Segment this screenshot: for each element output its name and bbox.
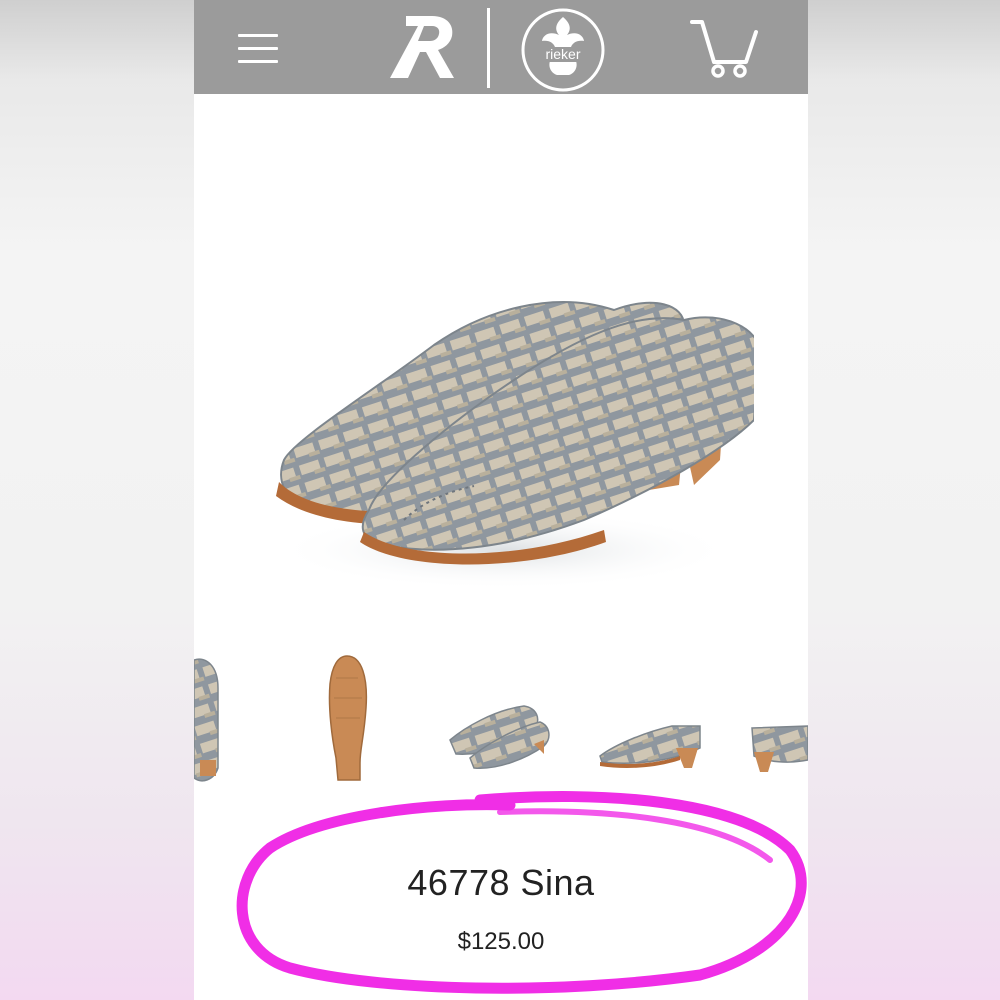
rieker-r-logo-icon[interactable] (388, 12, 458, 82)
svg-text:rieker: rieker (545, 46, 580, 62)
site-header: rieker (194, 0, 808, 94)
thumbnail-side-view[interactable] (596, 648, 706, 793)
left-backdrop (0, 0, 194, 1000)
thumbnail-strip (194, 648, 808, 793)
product-price: $125.00 (457, 928, 545, 955)
hamburger-menu-icon[interactable] (238, 34, 278, 64)
rieker-fleur-emblem-icon[interactable]: rieker (520, 7, 606, 93)
thumbnail-side-view-partial[interactable] (748, 648, 808, 793)
thumbnail-sole-view[interactable] (322, 648, 372, 793)
header-divider (487, 8, 490, 88)
mobile-product-page: rieker 46778 Sina $125.00 (194, 0, 808, 1000)
thumbnail-pair-view[interactable] (444, 648, 554, 793)
shopping-cart-icon[interactable] (690, 18, 760, 78)
main-product-image[interactable] (254, 250, 754, 600)
thumbnail-back-view[interactable] (194, 648, 222, 793)
product-title: 46778 Sina (407, 862, 595, 903)
right-backdrop (806, 0, 1000, 1000)
